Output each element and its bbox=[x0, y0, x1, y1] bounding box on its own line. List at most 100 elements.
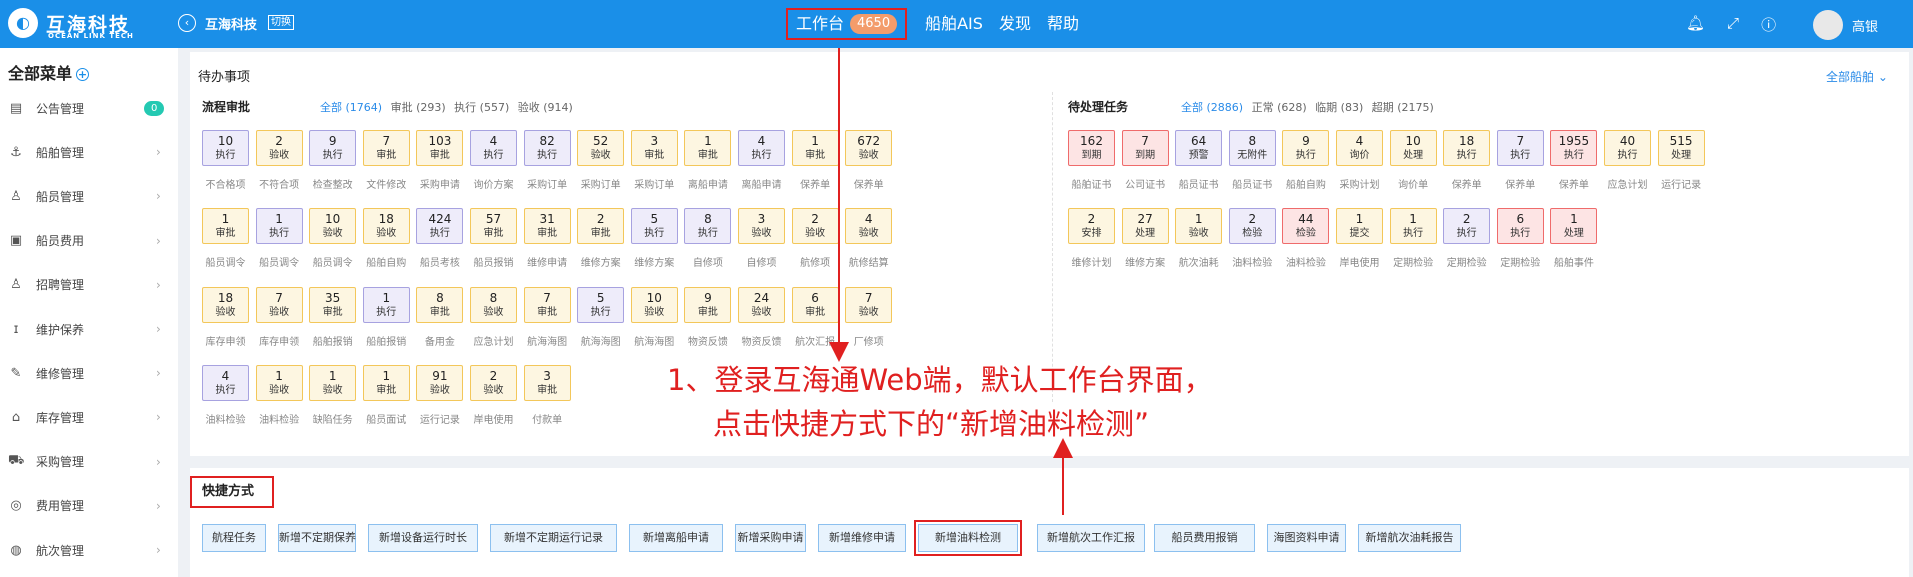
card-count-box[interactable]: 8 验收 bbox=[470, 286, 517, 323]
todo-card[interactable]: 35 审批 船舶报销 bbox=[309, 286, 357, 358]
card-count-box[interactable]: 7 审批 bbox=[523, 286, 571, 323]
card-count-box[interactable]: 2 审批 bbox=[577, 208, 625, 245]
tasks-filter-normal[interactable]: 正常 (628) bbox=[1252, 101, 1307, 114]
switch-company-button[interactable]: 切换 bbox=[268, 15, 294, 30]
sidebar-item-9[interactable]: ◎ 费用管理 › bbox=[0, 488, 178, 524]
card-count-box[interactable]: 44 检验 bbox=[1282, 208, 1330, 245]
todo-card[interactable]: 8 执行 自修项 bbox=[684, 208, 732, 279]
todo-card[interactable]: 1 审批 保养单 bbox=[791, 130, 839, 201]
card-count-box[interactable]: 24 验收 bbox=[738, 286, 785, 323]
card-count-box[interactable]: 1 验收 bbox=[309, 364, 357, 401]
todo-card[interactable]: 1 执行 船舶报销 bbox=[362, 286, 410, 358]
sidebar-item-0[interactable]: ▤ 公告管理 0 bbox=[0, 90, 178, 126]
card-count-box[interactable]: 9 审批 bbox=[684, 286, 732, 323]
card-count-box[interactable]: 2 验收 bbox=[791, 208, 839, 245]
card-count-box[interactable]: 2 安排 bbox=[1068, 208, 1115, 245]
todo-card[interactable]: 5 执行 航海海图 bbox=[577, 286, 625, 358]
quick-button-4[interactable]: 新增离船申请 bbox=[629, 524, 723, 552]
todo-card[interactable]: 7 验收 库存申领 bbox=[255, 286, 303, 358]
approval-filter-all[interactable]: 全部 (1764) bbox=[320, 101, 382, 114]
nav-workbench[interactable]: 工作台 4650 bbox=[786, 8, 908, 40]
card-count-box[interactable]: 9 执行 bbox=[1282, 130, 1330, 166]
tasks-filter-due-soon[interactable]: 临期 (83) bbox=[1315, 101, 1363, 114]
card-count-box[interactable]: 8 审批 bbox=[416, 286, 464, 323]
card-count-box[interactable]: 31 审批 bbox=[523, 208, 571, 245]
sidebar-item-4[interactable]: ♙ 招聘管理 › bbox=[0, 267, 178, 303]
back-icon[interactable]: ‹ bbox=[178, 14, 196, 32]
todo-card[interactable]: 91 验收 运行记录 bbox=[416, 364, 464, 436]
card-count-box[interactable]: 162 到期 bbox=[1068, 130, 1115, 166]
todo-card[interactable]: 1 审批 船员面试 bbox=[362, 364, 410, 436]
todo-card[interactable]: 4 验收 航修结算 bbox=[845, 208, 893, 279]
todo-card[interactable]: 24 验收 物资反馈 bbox=[738, 286, 785, 358]
card-count-box[interactable]: 27 处理 bbox=[1121, 208, 1169, 245]
card-count-box[interactable]: 672 验收 bbox=[845, 130, 893, 166]
todo-card[interactable]: 1 审批 船员调令 bbox=[202, 208, 249, 279]
quick-button-7[interactable]: 新增油料检测 bbox=[914, 520, 1022, 556]
todo-card[interactable]: 7 到期 公司证书 bbox=[1121, 130, 1169, 201]
quick-button-2[interactable]: 新增设备运行时长 bbox=[368, 524, 478, 552]
card-count-box[interactable]: 5 执行 bbox=[577, 286, 625, 323]
card-count-box[interactable]: 4 执行 bbox=[738, 130, 785, 166]
card-count-box[interactable]: 2 验收 bbox=[255, 130, 303, 166]
quick-button-10[interactable]: 海图资料申请 bbox=[1267, 524, 1346, 552]
todo-card[interactable]: 6 执行 定期检验 bbox=[1496, 208, 1544, 279]
todo-card[interactable]: 2 检验 油料检验 bbox=[1228, 208, 1276, 279]
card-count-box[interactable]: 3 审批 bbox=[523, 364, 571, 401]
avatar[interactable] bbox=[1813, 10, 1843, 40]
card-count-box[interactable]: 1955 执行 bbox=[1550, 130, 1598, 166]
fullscreen-icon[interactable]: ⤢ bbox=[1727, 14, 1739, 35]
card-count-box[interactable]: 4 执行 bbox=[202, 364, 249, 401]
todo-card[interactable]: 4 执行 询价方案 bbox=[470, 130, 517, 201]
todo-card[interactable]: 10 验收 船员调令 bbox=[309, 208, 357, 279]
card-count-box[interactable]: 4 询价 bbox=[1336, 130, 1383, 166]
quick-button-0[interactable]: 航程任务 bbox=[202, 524, 266, 552]
card-count-box[interactable]: 10 执行 bbox=[202, 130, 249, 166]
card-count-box[interactable]: 1 执行 bbox=[1389, 208, 1437, 245]
card-count-box[interactable]: 1 审批 bbox=[791, 130, 839, 166]
todo-card[interactable]: 1 处理 船舶事件 bbox=[1550, 208, 1598, 279]
todo-card[interactable]: 6 审批 航次汇报 bbox=[791, 286, 839, 358]
todo-card[interactable]: 2 审批 维修方案 bbox=[577, 208, 625, 279]
todo-card[interactable]: 10 验收 航海海图 bbox=[630, 286, 678, 358]
card-count-box[interactable]: 1 审批 bbox=[362, 364, 410, 401]
card-count-box[interactable]: 3 验收 bbox=[738, 208, 785, 245]
todo-card[interactable]: 1 验收 缺陷任务 bbox=[309, 364, 357, 436]
todo-card[interactable]: 103 审批 采购申请 bbox=[416, 130, 464, 201]
card-count-box[interactable]: 103 审批 bbox=[416, 130, 464, 166]
todo-card[interactable]: 18 验收 船舶自购 bbox=[362, 208, 410, 279]
card-count-box[interactable]: 2 验收 bbox=[470, 364, 517, 401]
card-count-box[interactable]: 40 执行 bbox=[1604, 130, 1651, 166]
logo[interactable]: ◐ 互海科技 OCEAN LINK TECH bbox=[8, 8, 133, 40]
todo-card[interactable]: 7 执行 保养单 bbox=[1496, 130, 1544, 201]
sidebar-item-10[interactable]: ◍ 航次管理 › bbox=[0, 532, 178, 568]
todo-card[interactable]: 9 执行 船舶自购 bbox=[1282, 130, 1330, 201]
card-count-box[interactable]: 7 审批 bbox=[362, 130, 410, 166]
todo-card[interactable]: 3 验收 自修项 bbox=[738, 208, 785, 279]
todo-card[interactable]: 64 预警 船员证书 bbox=[1175, 130, 1223, 201]
todo-card[interactable]: 4 执行 离船申请 bbox=[738, 130, 785, 201]
quick-button-8[interactable]: 新增航次工作汇报 bbox=[1037, 524, 1145, 552]
quick-button-1[interactable]: 新增不定期保养 bbox=[278, 524, 356, 552]
sidebar-item-3[interactable]: ▣ 船员费用 › bbox=[0, 223, 178, 259]
nav-ship-ais[interactable]: 船舶AIS bbox=[917, 8, 991, 40]
todo-card[interactable]: 5 执行 维修方案 bbox=[630, 208, 678, 279]
card-count-box[interactable]: 7 验收 bbox=[255, 286, 303, 323]
sidebar-item-6[interactable]: ✎ 维修管理 › bbox=[0, 355, 178, 391]
todo-card[interactable]: 40 执行 应急计划 bbox=[1604, 130, 1651, 201]
card-count-box[interactable]: 3 审批 bbox=[630, 130, 678, 166]
todo-card[interactable]: 2 验收 航修项 bbox=[791, 208, 839, 279]
card-count-box[interactable]: 82 执行 bbox=[523, 130, 571, 166]
todo-card[interactable]: 52 验收 采购订单 bbox=[577, 130, 625, 201]
card-count-box[interactable]: 18 执行 bbox=[1443, 130, 1491, 166]
card-count-box[interactable]: 7 执行 bbox=[1496, 130, 1544, 166]
card-count-box[interactable]: 6 执行 bbox=[1496, 208, 1544, 245]
card-count-box[interactable]: 515 处理 bbox=[1657, 130, 1705, 166]
todo-card[interactable]: 31 审批 维修申请 bbox=[523, 208, 571, 279]
tasks-filter-all[interactable]: 全部 (2886) bbox=[1181, 101, 1243, 114]
todo-card[interactable]: 2 验收 不符合项 bbox=[255, 130, 303, 201]
todo-card[interactable]: 2 验收 岸电使用 bbox=[470, 364, 517, 436]
plus-icon[interactable]: + bbox=[76, 68, 90, 81]
todo-card[interactable]: 8 验收 应急计划 bbox=[470, 286, 517, 358]
nav-help[interactable]: 帮助 bbox=[1039, 8, 1087, 40]
